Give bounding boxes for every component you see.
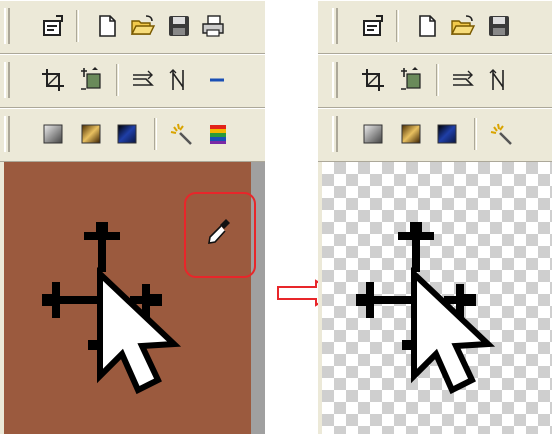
new-file-button[interactable] xyxy=(412,11,442,41)
crop-icon xyxy=(362,69,384,91)
gold-gradient-icon xyxy=(81,124,101,144)
gray-gradient-button[interactable] xyxy=(358,119,388,149)
resize-button[interactable] xyxy=(76,65,106,95)
print-button[interactable] xyxy=(198,11,228,41)
blue-gradient-icon xyxy=(117,124,137,144)
flip-vertical-icon xyxy=(169,69,184,90)
gray-gradient-icon xyxy=(363,124,383,144)
gray-gradient-button[interactable] xyxy=(38,119,68,149)
magic-wand-button[interactable] xyxy=(486,119,516,149)
gray-gradient-icon xyxy=(43,124,63,144)
eyedropper-icon[interactable] xyxy=(204,214,234,250)
open-button[interactable] xyxy=(448,11,478,41)
magic-wand-icon xyxy=(170,123,192,145)
toolbar-grip[interactable] xyxy=(4,116,10,152)
properties-icon xyxy=(43,15,63,36)
color-bars-button[interactable] xyxy=(202,119,232,149)
image-canvas[interactable] xyxy=(0,162,265,434)
flip-horizontal-button[interactable] xyxy=(128,65,158,95)
resize-button[interactable] xyxy=(396,65,426,95)
open-folder-icon xyxy=(450,15,476,35)
properties-button[interactable] xyxy=(38,11,68,41)
new-file-button[interactable] xyxy=(92,11,122,41)
blue-gradient-button[interactable] xyxy=(432,119,462,149)
gold-gradient-button[interactable] xyxy=(76,119,106,149)
toolbar-file xyxy=(0,0,265,54)
resize-icon xyxy=(401,67,421,90)
crop-button[interactable] xyxy=(358,65,388,95)
save-button[interactable] xyxy=(484,11,514,41)
toolbar-transform xyxy=(318,54,552,108)
gold-gradient-button[interactable] xyxy=(396,119,426,149)
toolbar-grip[interactable] xyxy=(4,8,10,44)
new-file-icon xyxy=(99,15,116,37)
save-button[interactable] xyxy=(164,11,194,41)
toolbar-grip[interactable] xyxy=(332,62,338,98)
magic-wand-button[interactable] xyxy=(166,119,196,149)
open-folder-icon xyxy=(130,15,156,35)
open-button[interactable] xyxy=(128,11,158,41)
toolbar-grip[interactable] xyxy=(4,62,10,98)
color-bars-icon xyxy=(210,125,226,144)
move-cursor-graphic xyxy=(42,222,182,395)
flip-vertical-button[interactable] xyxy=(484,65,514,95)
move-cursor-graphic xyxy=(356,222,496,395)
properties-button[interactable] xyxy=(358,11,388,41)
save-icon xyxy=(169,16,189,36)
properties-icon xyxy=(363,15,383,36)
arrow-line-icon xyxy=(210,78,224,82)
flip-horizontal-button[interactable] xyxy=(448,65,478,95)
toolbar-grip[interactable] xyxy=(332,116,338,152)
save-icon xyxy=(489,16,509,36)
crop-icon xyxy=(42,69,64,91)
gold-gradient-icon xyxy=(401,124,421,144)
print-icon xyxy=(202,15,224,37)
blue-gradient-button[interactable] xyxy=(112,119,142,149)
image-canvas-transparent[interactable] xyxy=(318,162,552,434)
flip-horizontal-icon xyxy=(453,70,474,86)
flip-vertical-icon xyxy=(489,69,504,90)
flip-vertical-button[interactable] xyxy=(164,65,194,95)
crop-button[interactable] xyxy=(38,65,68,95)
blue-gradient-icon xyxy=(437,124,457,144)
magic-wand-icon xyxy=(490,123,512,145)
toolbar-transform xyxy=(0,54,265,108)
toolbar-grip[interactable] xyxy=(332,8,338,44)
toolbar-effects xyxy=(0,108,265,162)
editor-panel-before xyxy=(0,0,265,434)
editor-panel-after xyxy=(318,0,552,434)
resize-icon xyxy=(81,67,101,90)
toolbar-file xyxy=(318,0,552,54)
new-file-icon xyxy=(419,15,436,37)
arrow-line-button[interactable] xyxy=(200,65,230,95)
toolbar-effects xyxy=(318,108,552,162)
flip-horizontal-icon xyxy=(133,70,154,86)
